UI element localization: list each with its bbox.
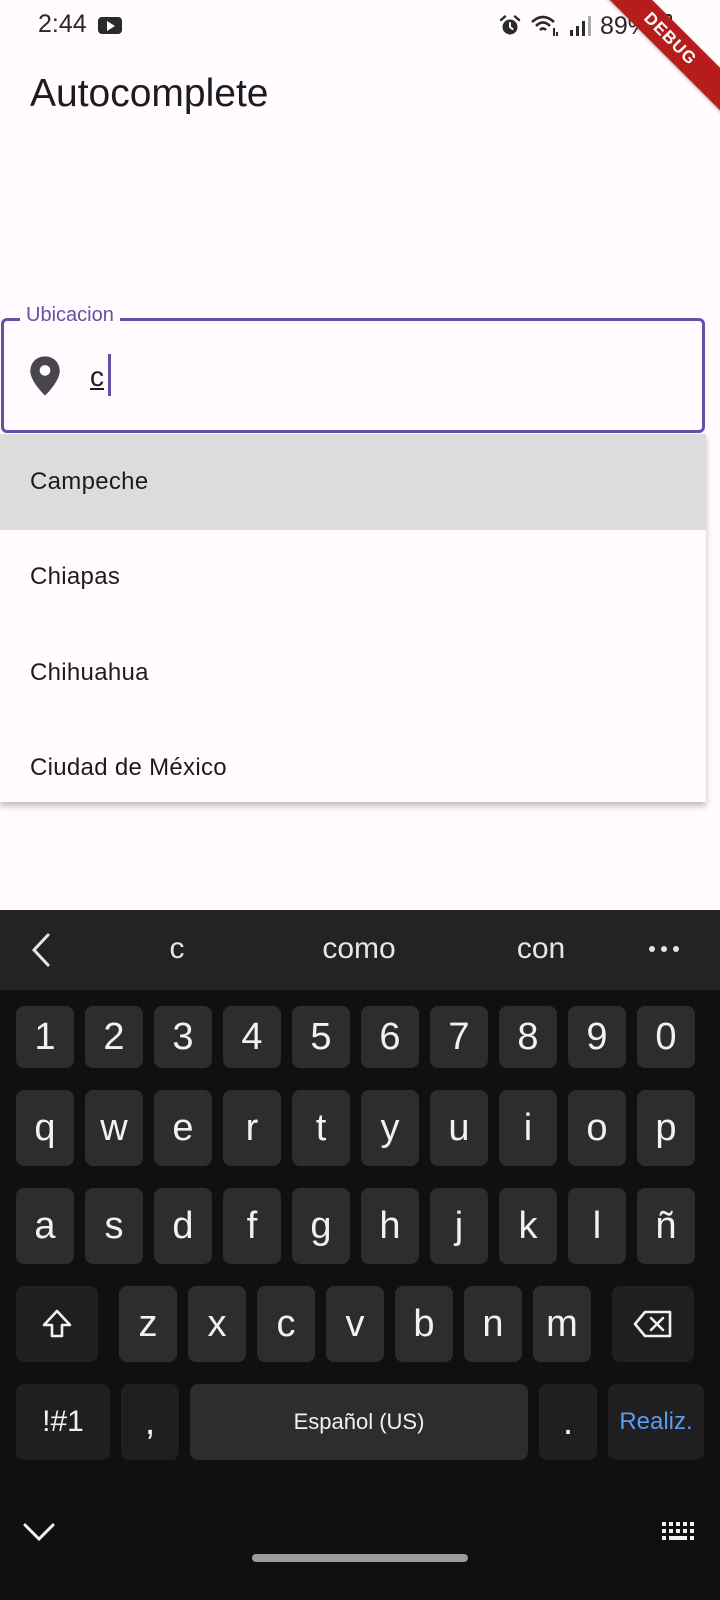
status-bar: 2:44 89%: [0, 0, 720, 52]
key[interactable]: x: [188, 1286, 246, 1362]
option-item[interactable]: Chiapas: [0, 530, 706, 626]
location-field-label: Ubicacion: [20, 304, 120, 327]
chevron-left-icon[interactable]: [28, 932, 58, 968]
key[interactable]: y: [361, 1090, 419, 1166]
key[interactable]: 0: [637, 1006, 695, 1068]
key[interactable]: r: [223, 1090, 281, 1166]
autocomplete-options: Campeche Chiapas Chihuahua Ciudad de Méx…: [0, 434, 706, 802]
key[interactable]: m: [533, 1286, 591, 1362]
shift-icon: [42, 1309, 72, 1338]
backspace-icon: [633, 1310, 672, 1338]
keyboard-icon[interactable]: [660, 1518, 700, 1546]
key[interactable]: k: [499, 1188, 557, 1264]
key[interactable]: 7: [430, 1006, 488, 1068]
key[interactable]: 6: [361, 1006, 419, 1068]
key[interactable]: e: [154, 1090, 212, 1166]
location-input[interactable]: c: [90, 361, 104, 393]
key[interactable]: v: [326, 1286, 384, 1362]
page-title: Autocomplete: [30, 72, 269, 115]
key[interactable]: 2: [85, 1006, 143, 1068]
key[interactable]: 4: [223, 1006, 281, 1068]
key[interactable]: w: [85, 1090, 143, 1166]
suggestion-bar: c como con: [0, 910, 720, 990]
option-item[interactable]: Ciudad de México: [0, 721, 706, 817]
space-key[interactable]: Español (US): [190, 1384, 528, 1460]
key[interactable]: 8: [499, 1006, 557, 1068]
key[interactable]: 5: [292, 1006, 350, 1068]
key[interactable]: 9: [568, 1006, 626, 1068]
key[interactable]: b: [395, 1286, 453, 1362]
chevron-down-icon[interactable]: [22, 1520, 56, 1544]
location-field[interactable]: Ubicacion c: [1, 304, 705, 433]
option-item[interactable]: Campeche: [0, 434, 706, 530]
alarm-icon: [499, 15, 521, 35]
key[interactable]: q: [16, 1090, 74, 1166]
location-pin-icon: [30, 356, 60, 396]
symbols-key[interactable]: !#1: [16, 1384, 110, 1460]
key[interactable]: 1: [16, 1006, 74, 1068]
key[interactable]: p: [637, 1090, 695, 1166]
key[interactable]: o: [568, 1090, 626, 1166]
youtube-icon: [98, 17, 122, 34]
key[interactable]: c: [257, 1286, 315, 1362]
key[interactable]: z: [119, 1286, 177, 1362]
text-cursor: [108, 354, 111, 396]
key[interactable]: h: [361, 1188, 419, 1264]
suggestion-item[interactable]: c: [97, 932, 257, 966]
key[interactable]: 3: [154, 1006, 212, 1068]
suggestion-item[interactable]: con: [461, 932, 621, 966]
comma-key[interactable]: ,: [121, 1384, 179, 1460]
navigation-bar: [0, 1490, 720, 1600]
wifi-icon: [531, 15, 558, 36]
key[interactable]: f: [223, 1188, 281, 1264]
key[interactable]: i: [499, 1090, 557, 1166]
key[interactable]: t: [292, 1090, 350, 1166]
key[interactable]: s: [85, 1188, 143, 1264]
done-key[interactable]: Realiz.: [608, 1384, 704, 1460]
key[interactable]: g: [292, 1188, 350, 1264]
status-time: 2:44: [38, 10, 87, 38]
home-indicator[interactable]: [252, 1554, 468, 1562]
more-icon[interactable]: [648, 944, 680, 954]
key[interactable]: u: [430, 1090, 488, 1166]
key[interactable]: n: [464, 1286, 522, 1362]
period-key[interactable]: .: [539, 1384, 597, 1460]
key[interactable]: j: [430, 1188, 488, 1264]
option-item[interactable]: Chihuahua: [0, 625, 706, 721]
keyboard: c como con 1 2 3 4 5 6 7 8 9 0 q w e r t…: [0, 910, 720, 1600]
key[interactable]: ñ: [637, 1188, 695, 1264]
shift-key[interactable]: [16, 1286, 98, 1362]
suggestion-item[interactable]: como: [279, 932, 439, 966]
key[interactable]: a: [16, 1188, 74, 1264]
key[interactable]: d: [154, 1188, 212, 1264]
signal-icon: [569, 16, 591, 36]
backspace-key[interactable]: [612, 1286, 694, 1362]
key[interactable]: l: [568, 1188, 626, 1264]
